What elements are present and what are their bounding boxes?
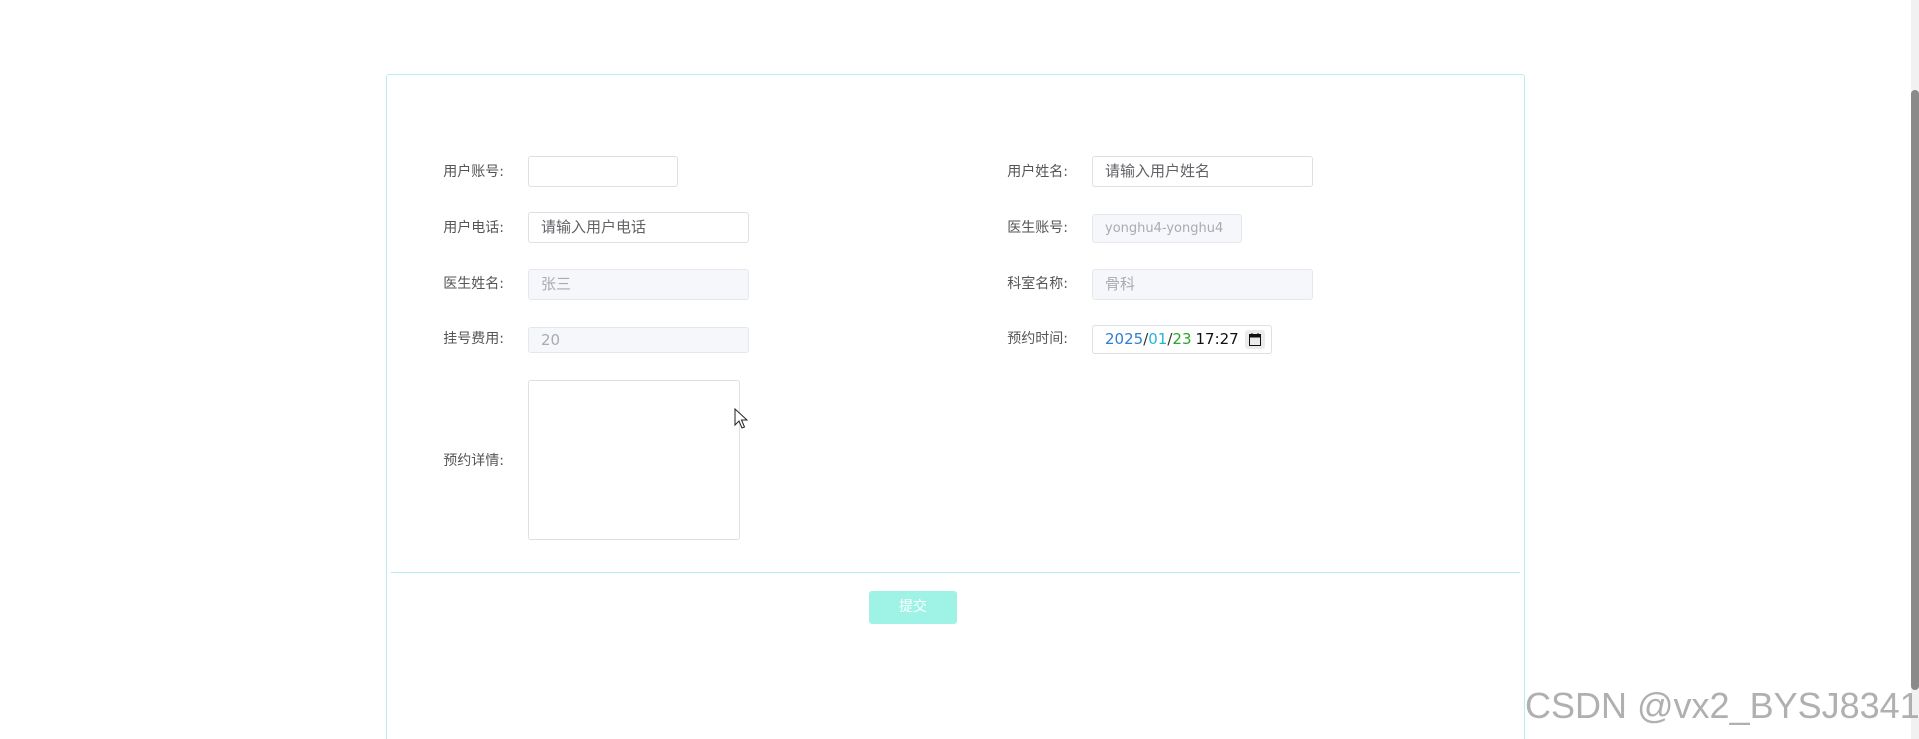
appointment-time-input[interactable]: 2025/01/23 17:27: [1092, 325, 1272, 354]
user-account-input[interactable]: [528, 156, 678, 187]
form-divider: [391, 572, 1520, 573]
user-account-label: 用户账号:: [443, 164, 504, 180]
appointment-time-label: 预约时间:: [1007, 331, 1068, 347]
time-value[interactable]: 17:27: [1196, 330, 1239, 348]
calendar-icon[interactable]: [1245, 330, 1265, 349]
registration-fee-label: 挂号费用:: [443, 331, 504, 347]
date-day[interactable]: 23: [1172, 330, 1191, 348]
user-name-input[interactable]: 请输入用户姓名: [1092, 156, 1313, 187]
doctor-account-label: 医生账号:: [1007, 220, 1068, 236]
user-phone-label: 用户电话:: [443, 220, 504, 236]
department-name-input: 骨科: [1092, 269, 1313, 300]
page: 用户账号: 用户姓名: 请输入用户姓名 用户电话: 请输入用户电话 医生账号: …: [0, 0, 1919, 739]
date-year[interactable]: 2025: [1105, 330, 1143, 348]
mouse-cursor-icon: [734, 408, 748, 429]
appointment-form: 用户账号: 用户姓名: 请输入用户姓名 用户电话: 请输入用户电话 医生账号: …: [386, 74, 1525, 739]
submit-button[interactable]: 提交: [869, 591, 957, 624]
scrollbar-thumb[interactable]: [1911, 90, 1919, 690]
department-name-label: 科室名称:: [1007, 276, 1068, 292]
doctor-account-input: yonghu4-yonghu4: [1092, 214, 1242, 243]
user-name-label: 用户姓名:: [1007, 164, 1068, 180]
doctor-name-input: 张三: [528, 269, 749, 300]
scrollbar[interactable]: [1911, 0, 1919, 739]
registration-fee-input: 20: [528, 327, 749, 353]
watermark: CSDN @vx2_BYSJ8341: [1525, 685, 1919, 726]
appointment-details-textarea[interactable]: [528, 380, 740, 540]
doctor-name-label: 医生姓名:: [443, 276, 504, 292]
user-phone-input[interactable]: 请输入用户电话: [528, 212, 749, 243]
appointment-details-label: 预约详情:: [443, 453, 504, 469]
date-month[interactable]: 01: [1148, 330, 1167, 348]
